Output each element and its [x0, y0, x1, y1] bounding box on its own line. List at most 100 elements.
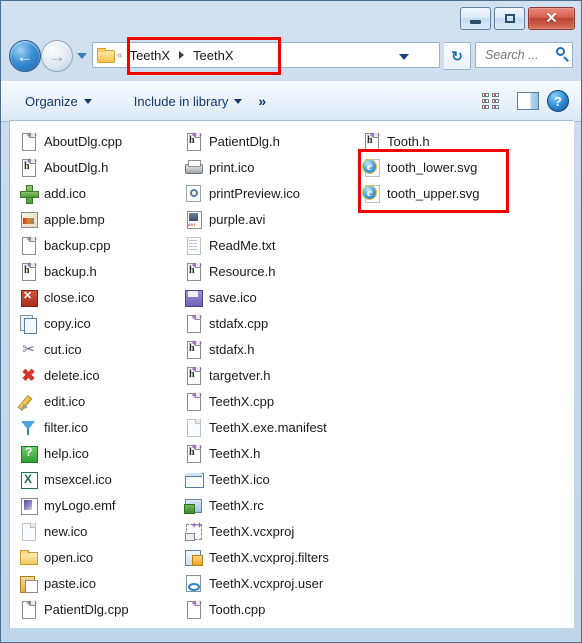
list-item[interactable]: new.ico — [19, 518, 184, 544]
list-item[interactable]: TeethX.ico — [184, 466, 364, 492]
file-name: apple.bmp — [44, 211, 105, 227]
header-file-icon: ++ h — [184, 260, 203, 281]
breadcrumb-item-1[interactable]: TeethX — [189, 46, 237, 65]
blank-page-icon — [19, 522, 38, 541]
list-item[interactable]: myLogo.emf — [19, 492, 184, 518]
recent-pages-button[interactable] — [76, 50, 88, 62]
list-item[interactable]: tooth_lower.svg — [362, 154, 562, 180]
file-name: TeethX.h — [209, 445, 261, 461]
address-bar[interactable]: « TeethX TeethX — [92, 42, 440, 68]
internet-explorer-icon — [362, 184, 381, 203]
list-item[interactable]: ++ stdafx.cpp — [184, 310, 364, 336]
list-item[interactable]: ++ h stdafx.h — [184, 336, 364, 362]
list-item[interactable]: AVI purple.avi — [184, 206, 364, 232]
maximize-icon — [504, 14, 515, 23]
address-dropdown-button[interactable] — [397, 51, 411, 63]
file-list[interactable]: ++ AboutDlg.cpp ++ h AboutDlg.h add.ico app… — [10, 121, 574, 628]
list-item[interactable]: ++ Tooth.cpp — [184, 596, 364, 622]
list-item[interactable]: tooth_upper.svg — [362, 180, 562, 206]
minimize-button[interactable] — [460, 7, 491, 30]
header-file-icon: ++ h — [184, 364, 203, 385]
file-name: tooth_lower.svg — [387, 159, 478, 175]
list-item[interactable]: paste.ico — [19, 570, 184, 596]
breadcrumb-item-0[interactable]: TeethX — [126, 46, 174, 65]
breadcrumb-separator-icon[interactable] — [179, 51, 185, 59]
minimize-icon — [470, 19, 481, 24]
file-name: TeethX.ico — [209, 471, 270, 487]
navigation-buttons: ← → — [9, 40, 88, 72]
list-item[interactable]: msexcel.ico — [19, 466, 184, 492]
include-in-library-button[interactable]: Include in library — [124, 88, 253, 114]
search-input[interactable] — [483, 47, 555, 63]
close-button[interactable]: ✕ — [528, 7, 575, 30]
folder-icon — [97, 48, 115, 63]
list-item[interactable]: ReadMe.txt — [184, 232, 364, 258]
list-item[interactable]: ++ TeethX.cpp — [184, 388, 364, 414]
header-file-icon: ++ h — [184, 442, 203, 463]
list-item[interactable]: ✂ cut.ico — [19, 336, 184, 362]
list-item[interactable]: TeethX.exe.manifest — [184, 414, 364, 440]
list-item[interactable]: add.ico — [19, 180, 184, 206]
maximize-button[interactable] — [494, 7, 525, 30]
list-item[interactable]: ++ AboutDlg.cpp — [19, 128, 184, 154]
close-icon: ✕ — [545, 10, 558, 27]
list-item[interactable]: TeethX.rc — [184, 492, 364, 518]
cpp-file-icon: ++ — [184, 598, 203, 619]
forward-button[interactable]: → — [41, 40, 73, 72]
list-item[interactable]: ++ h PatientDlg.h — [184, 128, 364, 154]
chevron-down-icon — [234, 98, 243, 104]
preview-pane-icon[interactable] — [517, 92, 539, 110]
file-name: ReadMe.txt — [209, 237, 276, 253]
file-name: Resource.h — [209, 263, 276, 279]
list-item[interactable]: ++ TeethX.vcxproj — [184, 518, 364, 544]
list-item[interactable]: ++ h TeethX.h — [184, 440, 364, 466]
search-box[interactable] — [475, 42, 573, 68]
bitmap-image-icon — [19, 210, 38, 229]
list-item[interactable]: TeethX.vcxproj.user — [184, 570, 364, 596]
floppy-disk-icon — [184, 288, 203, 307]
back-button[interactable]: ← — [9, 40, 41, 72]
list-item[interactable]: help.ico — [19, 440, 184, 466]
search-icon — [555, 47, 566, 63]
header-file-icon: ++ h — [362, 130, 381, 151]
list-item[interactable]: close.ico — [19, 284, 184, 310]
list-item[interactable]: ++ h Resource.h — [184, 258, 364, 284]
list-item[interactable]: ++ h backup.h — [19, 258, 184, 284]
copy-pages-icon — [19, 314, 38, 334]
list-item[interactable]: open.ico — [19, 544, 184, 570]
list-item[interactable]: printPreview.ico — [184, 180, 364, 206]
list-item[interactable]: ++ PatientDlg.cpp — [19, 596, 184, 622]
file-name: copy.ico — [44, 315, 91, 331]
list-item[interactable]: ++ backup.cpp — [19, 232, 184, 258]
change-view-icon[interactable] — [482, 93, 501, 109]
list-item[interactable]: filter.ico — [19, 414, 184, 440]
file-name: TeethX.vcxproj.filters — [209, 549, 329, 565]
scissors-icon: ✂ — [22, 340, 35, 358]
list-item[interactable]: apple.bmp — [19, 206, 184, 232]
explorer-window: ✕ ← → « TeethX TeethX ↻ Search ... Organ… — [0, 0, 582, 643]
breadcrumb-overflow-icon[interactable]: « — [117, 50, 123, 61]
list-item[interactable]: ✖ delete.ico — [19, 362, 184, 388]
list-item[interactable]: TeethX.vcxproj.filters — [184, 544, 364, 570]
file-name: print.ico — [209, 159, 255, 175]
avi-video-icon: AVI — [184, 210, 203, 229]
help-icon[interactable]: ? — [547, 90, 569, 112]
list-item[interactable]: copy.ico — [19, 310, 184, 336]
organize-button[interactable]: Organize — [15, 88, 102, 114]
list-item[interactable]: ++ h AboutDlg.h — [19, 154, 184, 180]
list-item[interactable]: ++ h Tooth.h — [362, 128, 562, 154]
list-item[interactable]: edit.ico — [19, 388, 184, 414]
toolbar-overflow-button[interactable]: » — [252, 93, 272, 109]
green-plus-icon — [19, 184, 39, 204]
list-item[interactable]: print.ico — [184, 154, 364, 180]
refresh-button[interactable]: ↻ — [444, 42, 471, 70]
file-column-3: ++h Tooth.h tooth_lower.svg tooth_upper.s… — [362, 128, 562, 206]
open-folder-icon — [19, 548, 38, 567]
file-name: add.ico — [44, 185, 86, 201]
file-name: AboutDlg.h — [44, 159, 109, 175]
list-item[interactable]: ++ h targetver.h — [184, 362, 364, 388]
list-item[interactable]: save.ico — [184, 284, 364, 310]
header-file-icon: ++ h — [184, 338, 203, 359]
file-column-1: ++ AboutDlg.cpp ++ h AboutDlg.h add.ico app… — [19, 128, 184, 622]
red-x-icon: ✖ — [21, 365, 36, 385]
